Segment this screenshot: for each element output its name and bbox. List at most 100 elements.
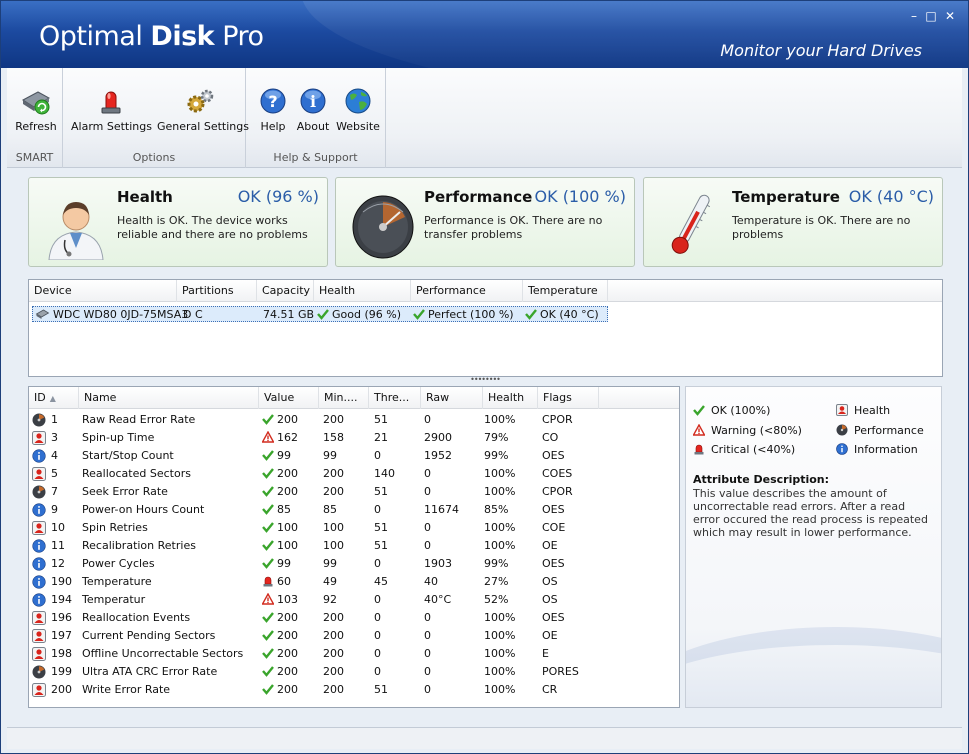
cell-thr: 51	[374, 413, 388, 426]
cell-name: Spin-up Time	[82, 431, 155, 444]
toolbar-group-label-help: Help & Support	[273, 151, 358, 164]
col-name[interactable]: Name	[79, 387, 259, 409]
health-monitor-icon	[32, 521, 46, 535]
cell-value: 99	[262, 447, 291, 465]
table-row[interactable]: 197 Current Pending Sectors 200 200 0 0 100% OE	[29, 627, 599, 645]
cell-value: 162	[262, 429, 298, 447]
close-button[interactable]: ✕	[943, 9, 957, 23]
check-icon	[262, 486, 274, 497]
col-temperature[interactable]: Temperature	[523, 280, 608, 302]
website-label: Website	[336, 120, 380, 133]
cell-name: Spin Retries	[82, 521, 148, 534]
cell-min: 200	[323, 629, 344, 642]
cell-value: 200	[262, 411, 298, 429]
about-label: About	[296, 120, 330, 133]
col-attr-health[interactable]: Health	[483, 387, 538, 409]
maximize-button[interactable]: □	[924, 9, 938, 23]
cell-value: 100	[262, 519, 298, 537]
cell-raw: 0	[424, 665, 431, 678]
legend-panel: OK (100%) Warning (<80%) Critical (<40%)…	[685, 386, 942, 708]
legend-information: Information	[836, 443, 918, 456]
device-health: Good (96 %)	[332, 308, 401, 321]
cell-health: 100%	[484, 611, 516, 624]
table-row[interactable]: 194 Temperatur 103 92 0 40°C 52% OS	[29, 591, 599, 609]
temperature-panel-value: OK (40 °C)	[848, 187, 934, 206]
cell-id: 194	[51, 593, 72, 606]
warning-triangle-icon	[262, 431, 274, 443]
refresh-button[interactable]: Refresh	[11, 86, 61, 133]
col-value[interactable]: Value	[259, 387, 319, 409]
minimize-button[interactable]: –	[907, 9, 921, 23]
main-window: Optimal Disk Pro Monitor your Hard Drive…	[0, 0, 969, 754]
cell-id: 1	[51, 413, 58, 426]
cell-value: 85	[262, 501, 291, 519]
col-partitions[interactable]: Partitions	[177, 280, 257, 302]
col-threshold[interactable]: Thre...	[369, 387, 421, 409]
cell-raw: 0	[424, 467, 431, 480]
col-min[interactable]: Min....	[319, 387, 369, 409]
device-row[interactable]: WDC WD80 0JD-75MSA3 D C 74.51 GB Good (9…	[32, 306, 608, 322]
smart-attribute-table: ID ▲ Name Value Min.... Thre... Raw Healt…	[28, 386, 680, 708]
cell-thr: 0	[374, 593, 381, 606]
cell-name: Write Error Rate	[82, 683, 171, 696]
alarm-settings-button[interactable]: Alarm Settings	[71, 86, 152, 133]
table-row[interactable]: 7 Seek Error Rate 200 200 51 0 100% CPOR	[29, 483, 599, 501]
table-row[interactable]: 11 Recalibration Retries 100 100 51 0 100% OE	[29, 537, 599, 555]
col-capacity[interactable]: Capacity	[257, 280, 314, 302]
check-icon	[262, 684, 274, 695]
check-icon	[693, 405, 705, 416]
cell-min: 85	[323, 503, 337, 516]
cell-raw: 40	[424, 575, 438, 588]
cell-thr: 0	[374, 665, 381, 678]
cell-health: 100%	[484, 665, 516, 678]
table-row[interactable]: 190 Temperature 60 49 45 40 27% OS	[29, 573, 599, 591]
cell-thr: 51	[374, 539, 388, 552]
col-flags[interactable]: Flags	[538, 387, 599, 409]
table-row[interactable]: 12 Power Cycles 99 99 0 1903 99% OES	[29, 555, 599, 573]
table-row[interactable]: 200 Write Error Rate 200 200 51 0 100% CR	[29, 681, 599, 699]
check-icon	[262, 648, 274, 659]
splitter-handle[interactable]: ••••••••	[467, 376, 503, 384]
table-row[interactable]: 1 Raw Read Error Rate 200 200 51 0 100% CPOR	[29, 411, 599, 429]
table-row[interactable]: 5 Reallocated Sectors 200 200 140 0 100% COES	[29, 465, 599, 483]
refresh-label: Refresh	[15, 120, 57, 133]
health-panel-title: Health	[117, 188, 173, 206]
title-bar[interactable]: Optimal Disk Pro Monitor your Hard Drive…	[1, 1, 968, 68]
health-panel-value: OK (96 %)	[237, 187, 319, 206]
col-device[interactable]: Device	[29, 280, 177, 302]
table-row[interactable]: 9 Power-on Hours Count 85 85 0 11674 85% OES	[29, 501, 599, 519]
col-health[interactable]: Health	[314, 280, 411, 302]
toolbar-group-help: ? Help i About Website Help & Support	[246, 68, 386, 168]
check-icon	[262, 450, 274, 461]
col-id[interactable]: ID ▲	[29, 387, 79, 409]
table-row[interactable]: 196 Reallocation Events 200 200 0 0 100% OES	[29, 609, 599, 627]
table-row[interactable]: 199 Ultra ATA CRC Error Rate 200 200 0 0 100% P…	[29, 663, 599, 681]
table-row[interactable]: 198 Offline Uncorrectable Sectors 200 200 0 0…	[29, 645, 599, 663]
cell-flags: OS	[542, 575, 558, 588]
table-row[interactable]: 3 Spin-up Time 162 158 21 2900 79% CO	[29, 429, 599, 447]
general-settings-button[interactable]: General Settings	[157, 86, 249, 133]
about-button[interactable]: i About	[296, 86, 330, 133]
toolbar-group-label-options: Options	[132, 151, 176, 164]
cell-min: 200	[323, 413, 344, 426]
check-icon	[317, 309, 329, 320]
cell-health: 100%	[484, 629, 516, 642]
cell-flags: E	[542, 647, 549, 660]
col-performance[interactable]: Performance	[411, 280, 523, 302]
cell-raw: 0	[424, 647, 431, 660]
gauge-icon	[836, 424, 848, 436]
health-monitor-icon	[32, 611, 46, 625]
cell-id: 197	[51, 629, 72, 642]
help-button[interactable]: ? Help	[256, 86, 290, 133]
cell-health: 85%	[484, 503, 509, 516]
toolbar-group-options: Alarm Settings General Settings Options	[63, 68, 249, 168]
cell-raw: 0	[424, 485, 431, 498]
cell-min: 100	[323, 539, 344, 552]
table-row[interactable]: 4 Start/Stop Count 99 99 0 1952 99% OES	[29, 447, 599, 465]
col-raw[interactable]: Raw	[421, 387, 483, 409]
table-row[interactable]: 10 Spin Retries 100 100 51 0 100% COE	[29, 519, 599, 537]
device-health-cell: Good (96 %)	[317, 307, 401, 323]
cell-value: 200	[262, 483, 298, 501]
info-icon	[32, 593, 46, 607]
website-button[interactable]: Website	[335, 86, 381, 133]
